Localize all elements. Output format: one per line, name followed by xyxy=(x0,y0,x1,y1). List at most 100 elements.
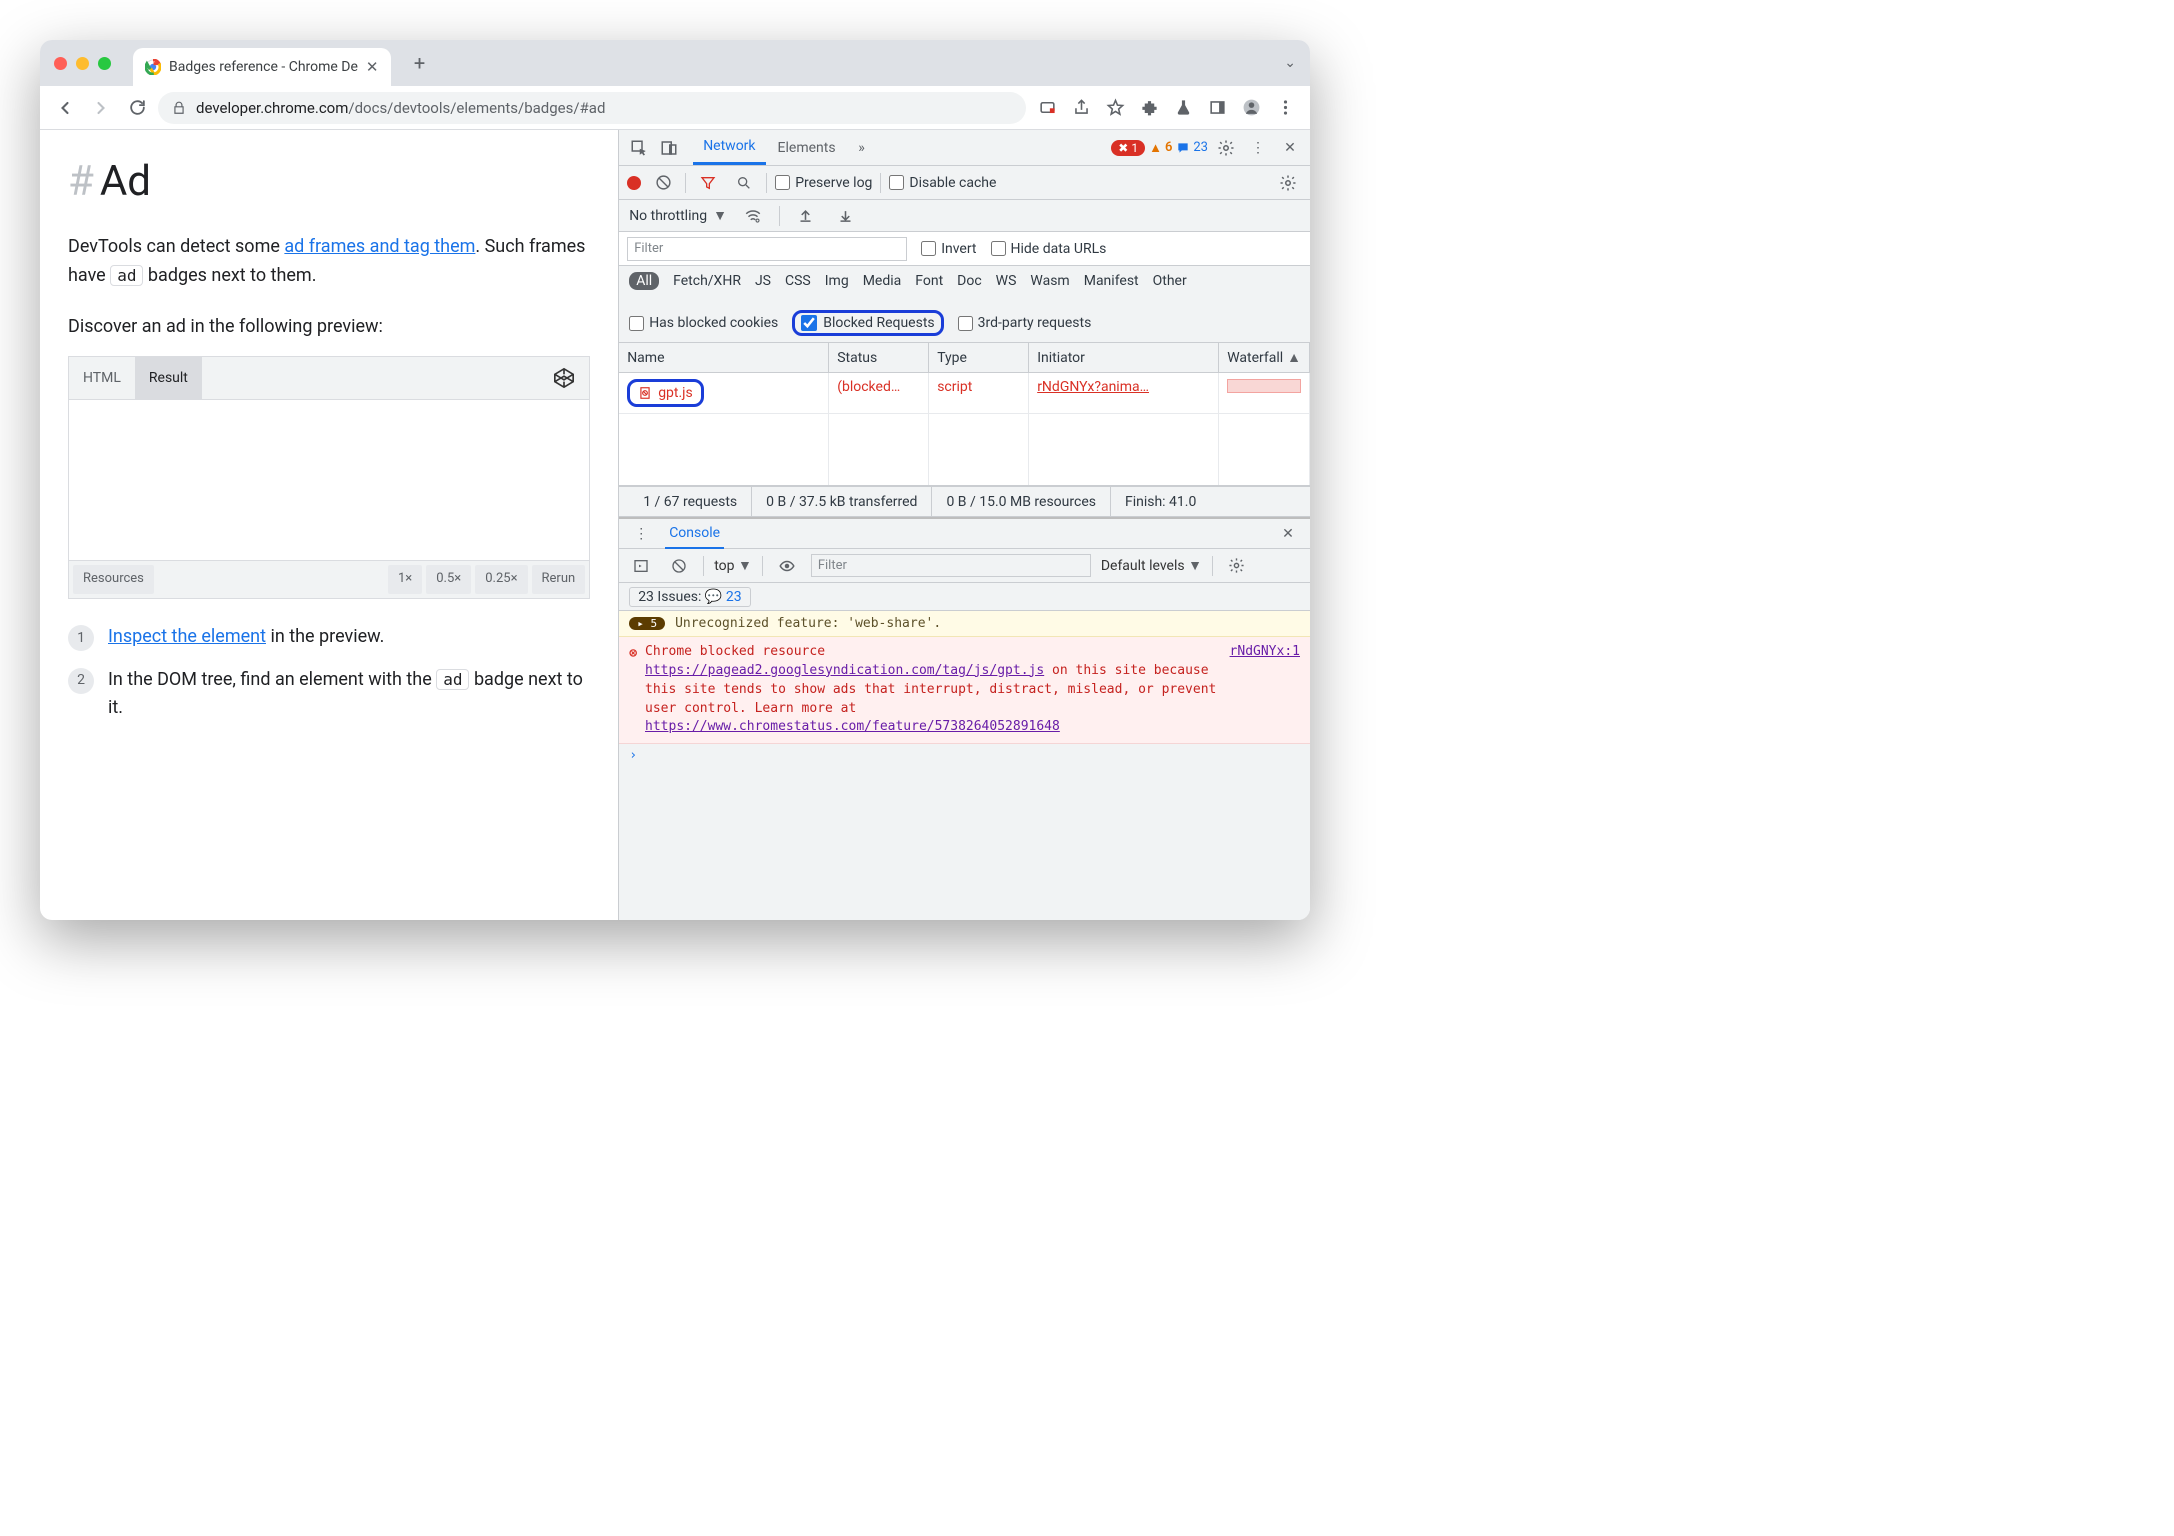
close-window-button[interactable] xyxy=(54,57,67,70)
console-error[interactable]: ⊗ Chrome blocked resource https://pagead… xyxy=(619,637,1310,744)
col-name[interactable]: Name xyxy=(619,343,829,372)
browser-tab[interactable]: Badges reference - Chrome De ✕ xyxy=(133,48,391,86)
warnings-badge[interactable]: ▲ 6 xyxy=(1149,140,1172,156)
menu-icon[interactable] xyxy=(1270,93,1300,123)
tab-console[interactable]: Console xyxy=(665,519,724,549)
close-drawer-icon[interactable]: ✕ xyxy=(1274,520,1302,548)
network-conditions-icon[interactable] xyxy=(739,202,767,230)
install-icon[interactable] xyxy=(1032,93,1062,123)
error-learn-more-url[interactable]: https://www.chromestatus.com/feature/573… xyxy=(645,719,1060,734)
error-source-link[interactable]: rNdGNYx:1 xyxy=(1230,643,1300,737)
warn-text: Unrecognized feature: 'web-share'. xyxy=(675,616,941,631)
errors-badge[interactable]: ✖ 1 xyxy=(1111,140,1145,156)
device-mode-icon[interactable] xyxy=(655,134,683,162)
extensions-icon[interactable] xyxy=(1134,93,1164,123)
link-inspect-element[interactable]: Inspect the element xyxy=(108,626,266,647)
maximize-window-button[interactable] xyxy=(98,57,111,70)
search-icon[interactable] xyxy=(730,169,758,197)
upload-har-icon[interactable] xyxy=(792,202,820,230)
row-initiator[interactable]: rNdGNYx?anima… xyxy=(1029,373,1219,413)
sidepanel-icon[interactable] xyxy=(1202,93,1232,123)
preserve-log-checkbox[interactable]: Preserve log xyxy=(775,175,872,191)
filter-input[interactable]: Filter xyxy=(627,237,907,261)
new-tab-button[interactable]: + xyxy=(405,48,435,78)
console-sidebar-icon[interactable] xyxy=(627,552,655,580)
profile-icon[interactable] xyxy=(1236,93,1266,123)
disable-cache-checkbox[interactable]: Disable cache xyxy=(889,175,996,191)
download-har-icon[interactable] xyxy=(832,202,860,230)
third-party-checkbox[interactable]: 3rd-party requests xyxy=(958,315,1092,331)
chip-fetch-xhr[interactable]: Fetch/XHR xyxy=(673,273,741,289)
clear-console-icon[interactable] xyxy=(665,552,693,580)
anchor-hash-icon: # xyxy=(68,148,94,215)
blocked-requests-checkbox[interactable]: Blocked Requests xyxy=(792,310,943,336)
console-settings-icon[interactable] xyxy=(1223,552,1251,580)
console-prompt[interactable]: › xyxy=(619,744,1310,767)
blocked-cookies-checkbox[interactable]: Has blocked cookies xyxy=(629,315,778,331)
chip-css[interactable]: CSS xyxy=(785,273,811,289)
console-warning[interactable]: ▸ 5 Unrecognized feature: 'web-share'. xyxy=(619,611,1310,637)
col-status[interactable]: Status xyxy=(829,343,929,372)
live-expression-icon[interactable] xyxy=(773,552,801,580)
hide-data-urls-checkbox[interactable]: Hide data URLs xyxy=(991,241,1107,257)
error-blocked-url[interactable]: https://pagead2.googlesyndication.com/ta… xyxy=(645,663,1044,678)
chip-img[interactable]: Img xyxy=(825,273,849,289)
inspect-icon[interactable] xyxy=(625,134,653,162)
col-initiator[interactable]: Initiator xyxy=(1029,343,1219,372)
more-icon[interactable]: ⋮ xyxy=(1244,134,1272,162)
table-row[interactable]: gpt.js (blocked… script rNdGNYx?anima… xyxy=(619,373,1310,414)
chip-all[interactable]: All xyxy=(629,272,659,290)
minimize-window-button[interactable] xyxy=(76,57,89,70)
issues-label[interactable]: 23 Issues: 💬 23 xyxy=(629,587,750,607)
throttling-dropdown[interactable]: No throttling ▼ xyxy=(629,207,727,224)
console-menu-icon[interactable]: ⋮ xyxy=(627,520,655,548)
chip-ws[interactable]: WS xyxy=(996,273,1017,289)
preview-tab-result[interactable]: Result xyxy=(135,357,202,399)
close-devtools-icon[interactable]: ✕ xyxy=(1276,134,1304,162)
link-ad-frames[interactable]: ad frames and tag them xyxy=(284,236,475,257)
chip-font[interactable]: Font xyxy=(915,273,943,289)
tab-network[interactable]: Network xyxy=(693,130,765,165)
preview-zoom-025x[interactable]: 0.25× xyxy=(475,565,527,594)
clear-icon[interactable] xyxy=(649,169,677,197)
back-button[interactable] xyxy=(50,93,80,123)
col-type[interactable]: Type xyxy=(929,343,1029,372)
page-content: #Ad DevTools can detect some ad frames a… xyxy=(40,130,618,920)
chip-wasm[interactable]: Wasm xyxy=(1030,273,1069,289)
chip-media[interactable]: Media xyxy=(863,273,902,289)
filter-icon[interactable] xyxy=(694,169,722,197)
preview-zoom-1x[interactable]: 1× xyxy=(388,565,422,594)
tabs-more-icon[interactable]: » xyxy=(848,134,876,162)
url-field[interactable]: developer.chrome.com/docs/devtools/eleme… xyxy=(158,92,1026,124)
network-settings-icon[interactable] xyxy=(1274,169,1302,197)
context-dropdown[interactable]: top ▼ xyxy=(714,557,752,574)
reload-button[interactable] xyxy=(122,93,152,123)
invert-checkbox[interactable]: Invert xyxy=(921,241,976,257)
share-icon[interactable] xyxy=(1066,93,1096,123)
chip-js[interactable]: JS xyxy=(755,273,771,289)
tab-elements[interactable]: Elements xyxy=(768,132,846,164)
network-table: Name Status Type Initiator Waterfall▲ gp… xyxy=(619,343,1310,487)
chrome-window: Badges reference - Chrome De ✕ + ⌄ devel… xyxy=(40,40,1310,920)
console-filter-input[interactable]: Filter xyxy=(811,554,1091,577)
preview-resources-button[interactable]: Resources xyxy=(73,565,154,594)
warn-count-badge: ▸ 5 xyxy=(629,617,665,630)
bookmark-icon[interactable] xyxy=(1100,93,1130,123)
chip-manifest[interactable]: Manifest xyxy=(1084,273,1139,289)
codepen-icon[interactable] xyxy=(539,357,589,399)
tabs-overflow-icon[interactable]: ⌄ xyxy=(1284,55,1296,71)
levels-dropdown[interactable]: Default levels ▼ xyxy=(1101,557,1202,574)
preview-rerun-button[interactable]: Rerun xyxy=(532,565,586,594)
chip-doc[interactable]: Doc xyxy=(957,273,982,289)
forward-button[interactable] xyxy=(86,93,116,123)
messages-badge[interactable]: 23 xyxy=(1176,140,1208,155)
labs-icon[interactable] xyxy=(1168,93,1198,123)
preview-tab-html[interactable]: HTML xyxy=(69,357,135,399)
chip-other[interactable]: Other xyxy=(1153,273,1187,289)
col-waterfall[interactable]: Waterfall▲ xyxy=(1219,343,1310,372)
address-bar: developer.chrome.com/docs/devtools/eleme… xyxy=(40,86,1310,130)
settings-icon[interactable] xyxy=(1212,134,1240,162)
close-tab-icon[interactable]: ✕ xyxy=(366,58,379,76)
preview-zoom-05x[interactable]: 0.5× xyxy=(426,565,471,594)
record-button[interactable] xyxy=(627,176,641,190)
